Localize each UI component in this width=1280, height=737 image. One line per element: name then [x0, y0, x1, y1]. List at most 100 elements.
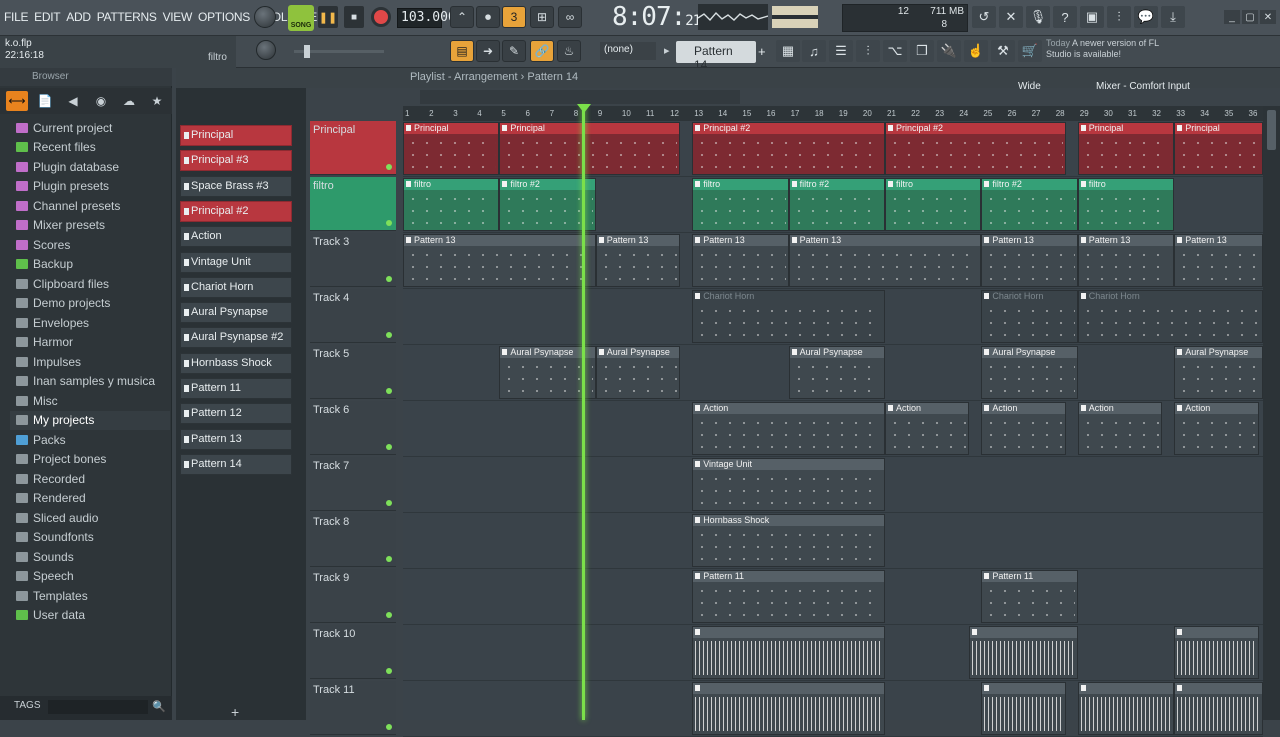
track-mute-led[interactable] — [386, 556, 392, 562]
track-mute-led[interactable] — [386, 500, 392, 506]
pattern-clip[interactable] — [981, 682, 1066, 735]
track-mute-led[interactable] — [386, 612, 392, 618]
cart-icon[interactable]: 🛒 — [1018, 40, 1042, 62]
pattern-clip[interactable]: Pattern 11 — [981, 570, 1078, 623]
browser-item[interactable]: Scores — [10, 235, 170, 255]
pattern-clip[interactable]: Aural Psynapse — [595, 346, 681, 399]
cloud-icon[interactable]: ☁ — [118, 91, 140, 111]
piano-roll-icon[interactable]: ▤ — [450, 40, 474, 62]
browser-window-icon[interactable]: ⌥ — [883, 40, 907, 62]
wide-label[interactable]: Wide — [1018, 81, 1041, 92]
browser-item[interactable]: Sounds — [10, 547, 170, 567]
record-button[interactable] — [371, 7, 391, 27]
pattern-clip[interactable]: filtro — [885, 178, 982, 231]
track-lane[interactable]: Hornbass Shock — [403, 513, 1263, 569]
favorites-icon[interactable]: ★ — [146, 91, 168, 111]
piano-roll-window-icon[interactable]: ♫ — [802, 40, 826, 62]
tempo-display[interactable]: 103.000 — [397, 8, 456, 28]
add-pattern-icon[interactable]: + — [758, 44, 766, 59]
pattern-clip[interactable]: Chariot Horn — [1077, 290, 1263, 343]
channel-button[interactable]: Action — [180, 226, 292, 248]
track-header[interactable]: Track 4 — [310, 289, 396, 343]
track-mute-led[interactable] — [386, 276, 392, 282]
channel-button[interactable]: Space Brass #3 — [180, 175, 292, 197]
song-position-display[interactable]: 8:07:21 — [612, 2, 701, 32]
project-picker-icon[interactable]: ❒ — [910, 40, 934, 62]
channel-button[interactable]: Aural Psynapse #2 — [180, 327, 292, 349]
pattern-clip[interactable]: filtro #2 — [788, 178, 885, 231]
current-project-tab-icon[interactable]: 📄 — [34, 91, 56, 111]
track-header[interactable]: Principal — [310, 121, 396, 175]
channel-button[interactable]: Pattern 14 — [180, 453, 292, 475]
countdown-icon[interactable]: 3 — [502, 6, 526, 28]
track-lane[interactable] — [403, 625, 1263, 681]
minimize-icon[interactable]: _ — [1224, 10, 1240, 24]
time-ruler[interactable]: 1 2 3 4 5 6 7 8 9 10 11 12 13 14 15 16 17 18 19 20 21 22 23 24 2… — [403, 106, 1263, 121]
pattern-clip[interactable]: filtro — [692, 178, 789, 231]
pattern-clip[interactable] — [969, 626, 1078, 679]
metronome-icon[interactable]: ⌃ — [450, 6, 474, 28]
pattern-clip[interactable] — [1174, 682, 1263, 735]
track-mute-led[interactable] — [386, 724, 392, 730]
browser-item[interactable]: Current project — [10, 118, 170, 138]
browser-item[interactable]: Demo projects — [10, 294, 170, 314]
pattern-clip[interactable]: Pattern 13 — [981, 234, 1078, 287]
tools-icon[interactable]: ✕ — [999, 6, 1023, 28]
channel-button[interactable]: Aural Psynapse — [180, 302, 292, 324]
browser-item[interactable]: My projects — [10, 410, 170, 430]
mixer-window-icon[interactable]: ⫶ — [856, 40, 880, 62]
pattern-clip[interactable]: Action — [1077, 402, 1163, 455]
menu-add[interactable]: ADD — [66, 10, 91, 24]
browser-item[interactable]: Rendered — [10, 489, 170, 509]
channel-button[interactable]: Pattern 12 — [180, 403, 292, 425]
search-icon[interactable]: 🔍 — [152, 700, 166, 713]
undo-icon[interactable]: ↺ — [972, 6, 996, 28]
wrench-icon[interactable]: ⚒ — [991, 40, 1015, 62]
stop-icon[interactable]: ■ — [344, 6, 364, 28]
track-header[interactable]: Track 10 — [310, 625, 396, 679]
pattern-clip[interactable]: Pattern 13 — [692, 234, 789, 287]
track-lane[interactable] — [403, 681, 1263, 737]
channel-button[interactable]: Principal #2 — [180, 200, 292, 222]
master-pitch-slider[interactable] — [294, 45, 384, 58]
track-lane[interactable]: Aural Psynapse Aural Psynapse Aural Psynap… — [403, 345, 1263, 401]
browser-item[interactable]: Project bones — [10, 450, 170, 470]
loop-record-icon[interactable]: ∞ — [558, 6, 582, 28]
slider-handle[interactable] — [304, 45, 310, 58]
browser-item[interactable]: Plugin database — [10, 157, 170, 177]
pattern-clip[interactable]: Aural Psynapse — [788, 346, 885, 399]
pattern-clip[interactable]: Principal — [1077, 122, 1175, 175]
track-header[interactable]: Track 3 — [310, 233, 396, 287]
browser-item[interactable]: Sliced audio — [10, 508, 170, 528]
pattern-clip[interactable]: Aural Psynapse — [1174, 346, 1263, 399]
pattern-clip[interactable] — [692, 682, 885, 735]
channel-button[interactable]: Chariot Horn — [180, 276, 292, 298]
menu-patterns[interactable]: PATTERNS — [97, 10, 157, 24]
channel-button[interactable]: Hornbass Shock — [180, 352, 292, 374]
pattern-clip[interactable]: Pattern 11 — [692, 570, 885, 623]
pattern-clip[interactable]: Action — [692, 402, 885, 455]
arrow-icon[interactable]: ➜ — [476, 40, 500, 62]
browser-item[interactable]: Templates — [10, 586, 170, 606]
channel-button[interactable]: Pattern 13 — [180, 428, 292, 450]
track-lane[interactable]: Principal Principal Principal #2 Principal … — [403, 121, 1263, 177]
pattern-clip[interactable] — [1077, 682, 1175, 735]
pattern-clip[interactable] — [1174, 626, 1259, 679]
browser-item[interactable]: Channel presets — [10, 196, 170, 216]
plugin-tab-icon[interactable]: ◀ — [62, 91, 84, 111]
track-mute-led[interactable] — [386, 164, 392, 170]
add-channel-icon[interactable]: + — [231, 704, 239, 720]
pattern-clip[interactable] — [692, 626, 885, 679]
snap-selector[interactable]: (none) — [600, 42, 656, 60]
paint-icon[interactable]: ✎ — [502, 40, 526, 62]
pattern-clip[interactable]: Pattern 13 — [1077, 234, 1175, 287]
track-lane[interactable]: Action Action Action Action Action — [403, 401, 1263, 457]
help-icon[interactable]: ? — [1053, 6, 1077, 28]
menu-options[interactable]: OPTIONS — [198, 10, 250, 24]
song-mode-button[interactable]: SONG — [288, 5, 314, 31]
maximize-icon[interactable]: ▢ — [1242, 10, 1258, 24]
download-icon[interactable]: ⤓ — [1161, 6, 1185, 28]
browser-item[interactable]: Clipboard files — [10, 274, 170, 294]
track-lane[interactable]: Pattern 13 Pattern 13 Pattern 13 Pattern 13… — [403, 233, 1263, 289]
track-header[interactable]: Track 6 — [310, 401, 396, 455]
